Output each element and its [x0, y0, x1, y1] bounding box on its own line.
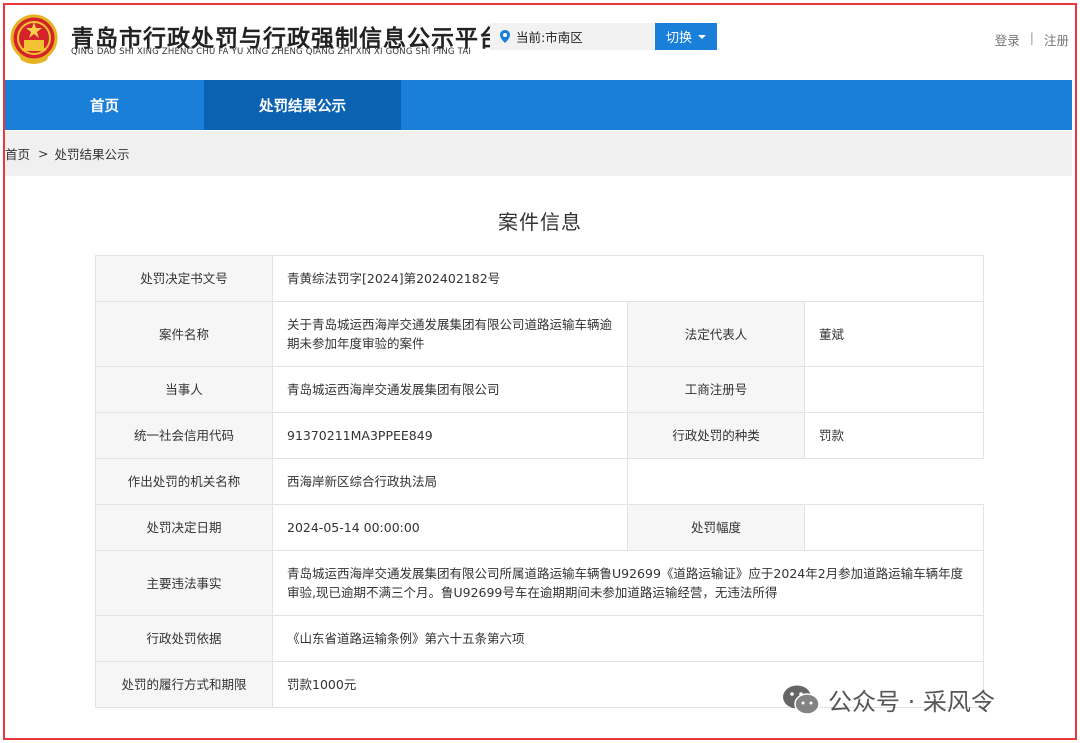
main-facts-label: 主要违法事实 — [95, 550, 273, 616]
business-reg-value — [804, 366, 984, 413]
penalty-type-value: 罚款 — [804, 412, 984, 459]
table-row: 当事人 青岛城运西海岸交通发展集团有限公司 工商注册号 — [95, 366, 984, 413]
decision-number-label: 处罚决定书文号 — [95, 255, 273, 302]
authority-label: 作出处罚的机关名称 — [95, 458, 273, 505]
case-name-label: 案件名称 — [95, 301, 273, 367]
fulfillment-label: 处罚的履行方式和期限 — [95, 661, 273, 708]
site-header: 青岛市行政处罚与行政强制信息公示平台 QING DAO SHI XING ZHE… — [5, 5, 1075, 79]
party-value: 青岛城运西海岸交通发展集团有限公司 — [272, 366, 628, 413]
legal-basis-label: 行政处罚依据 — [95, 615, 273, 662]
breadcrumb-current: 处罚结果公示 — [54, 147, 130, 162]
decision-date-value: 2024-05-14 00:00:00 — [272, 504, 628, 551]
location-pin-icon — [500, 30, 510, 43]
nav-item-home[interactable]: 首页 — [5, 80, 204, 130]
penalty-type-label: 行政处罚的种类 — [627, 412, 805, 459]
case-info-table: 处罚决定书文号 青黄综法罚字[2024]第202402182号 案件名称 关于青… — [95, 255, 984, 708]
switch-label: 切换 — [665, 31, 692, 46]
current-location: 当前:市南区 — [490, 23, 656, 50]
watermark: 公众号 · 采风令 — [782, 682, 995, 717]
credit-code-label: 统一社会信用代码 — [95, 412, 273, 459]
decision-number-value: 青黄综法罚字[2024]第202402182号 — [272, 255, 984, 302]
site-title-pinyin: QING DAO SHI XING ZHENG CHU FA YU XING Z… — [71, 47, 472, 57]
auth-separator: | — [1029, 30, 1034, 45]
table-row: 行政处罚依据 《山东省道路运输条例》第六十五条第六项 — [95, 615, 984, 662]
table-row: 作出处罚的机关名称 西海岸新区综合行政执法局 — [95, 458, 984, 505]
party-label: 当事人 — [95, 366, 273, 413]
main-facts-value: 青岛城运西海岸交通发展集团有限公司所属道路运输车辆鲁U92699《道路运输证》应… — [272, 550, 984, 616]
national-emblem-icon — [10, 14, 58, 64]
caret-down-icon — [698, 34, 706, 39]
authority-value: 西海岸新区综合行政执法局 — [272, 458, 628, 505]
table-row: 案件名称 关于青岛城运西海岸交通发展集团有限公司道路运输车辆逾期未参加年度审验的… — [95, 301, 984, 367]
location-label: 当前:市南区 — [516, 30, 583, 45]
empty-cell — [627, 458, 984, 505]
table-row: 统一社会信用代码 91370211MA3PPEE849 行政处罚的种类 罚款 — [95, 412, 984, 459]
legal-rep-label: 法定代表人 — [627, 301, 805, 367]
breadcrumb: 首页 > 处罚结果公示 — [5, 131, 1072, 176]
breadcrumb-arrow: > — [38, 146, 49, 161]
penalty-range-value — [804, 504, 984, 551]
login-link[interactable]: 登录 — [995, 30, 1020, 49]
table-row: 处罚决定书文号 青黄综法罚字[2024]第202402182号 — [95, 255, 984, 302]
legal-basis-value: 《山东省道路运输条例》第六十五条第六项 — [272, 615, 984, 662]
penalty-range-label: 处罚幅度 — [627, 504, 805, 551]
register-link[interactable]: 注册 — [1044, 30, 1069, 49]
table-row: 处罚决定日期 2024-05-14 00:00:00 处罚幅度 — [95, 504, 984, 551]
wechat-icon — [783, 685, 820, 715]
credit-code-value: 91370211MA3PPEE849 — [272, 412, 628, 459]
case-name-value: 关于青岛城运西海岸交通发展集团有限公司道路运输车辆逾期未参加年度审验的案件 — [272, 301, 628, 367]
nav-item-results[interactable]: 处罚结果公示 — [204, 80, 401, 130]
table-row: 主要违法事实 青岛城运西海岸交通发展集团有限公司所属道路运输车辆鲁U92699《… — [95, 550, 984, 616]
page-title: 案件信息 — [498, 210, 582, 234]
breadcrumb-home[interactable]: 首页 — [5, 144, 30, 163]
auth-links: 登录 | 注册 — [995, 30, 1069, 49]
switch-location-button[interactable]: 切换 — [655, 23, 717, 50]
decision-date-label: 处罚决定日期 — [95, 504, 273, 551]
legal-rep-value: 董斌 — [804, 301, 984, 367]
watermark-text: 公众号 · 采风令 — [828, 688, 995, 716]
main-nav: 首页 处罚结果公示 — [5, 80, 1072, 130]
business-reg-label: 工商注册号 — [627, 366, 805, 413]
